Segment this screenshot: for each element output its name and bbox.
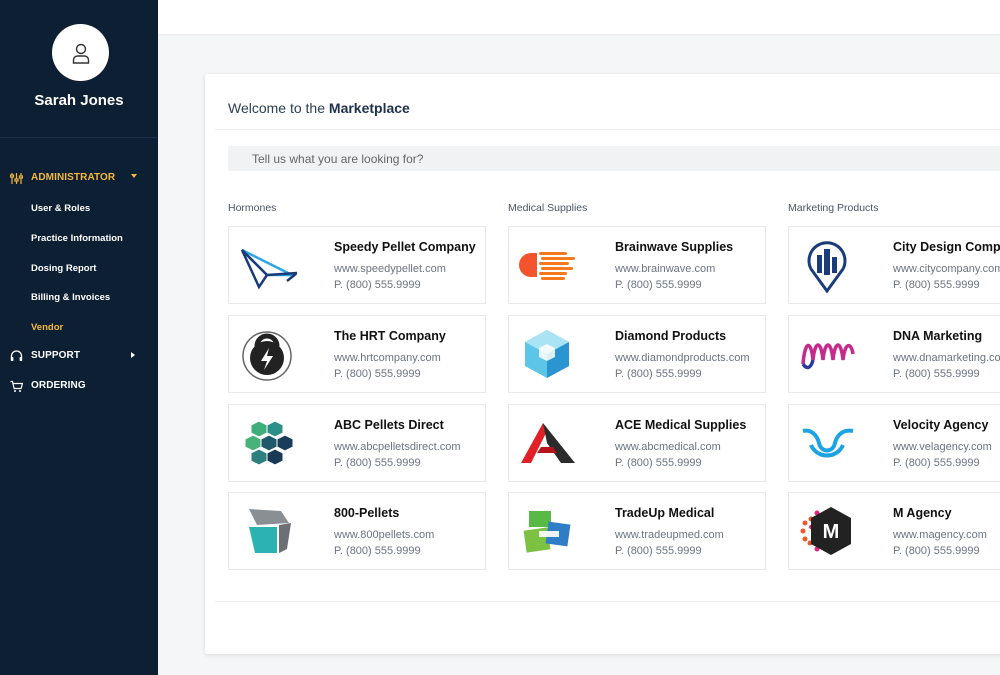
vendor-url[interactable]: www.hrtcompany.com: [334, 352, 441, 364]
vendor-name: DNA Marketing: [893, 329, 983, 343]
kettlebell-bolt-logo: [242, 331, 292, 381]
column-title-medical-supplies: Medical Supplies: [508, 202, 588, 214]
vendor-name: Diamond Products: [615, 329, 727, 343]
vendor-card[interactable]: ACE Medical Supplies www.abcmedical.com …: [508, 404, 766, 482]
vendor-phone: P. (800) 555.9999: [893, 368, 980, 380]
sidebar-section-support[interactable]: SUPPORT: [0, 346, 158, 366]
vendor-name: Brainwave Supplies: [615, 240, 734, 254]
vendor-card[interactable]: DNA Marketing www.dnamarketing.com P. (8…: [788, 315, 1000, 393]
vendor-phone: P. (800) 555.9999: [334, 279, 421, 291]
avatar[interactable]: [52, 24, 109, 81]
vendor-phone: P. (800) 555.9999: [893, 279, 980, 291]
vendor-phone: P. (800) 555.9999: [615, 368, 702, 380]
folded-shape-logo: [249, 509, 291, 553]
chevron-right-icon: [131, 352, 135, 358]
sidebar-item-practice-information[interactable]: Practice Information: [31, 233, 123, 244]
vendor-name: M Agency: [893, 506, 952, 520]
letter-a-logo: [521, 423, 575, 463]
vendor-name: ABC Pellets Direct: [334, 418, 444, 432]
vendor-url[interactable]: www.800pellets.com: [334, 529, 434, 541]
city-pin-logo: [807, 241, 847, 294]
user-icon: [72, 43, 89, 64]
vendor-phone: P. (800) 555.9999: [615, 545, 702, 557]
vendor-name: 800-Pellets: [334, 506, 400, 520]
sidebar-section-label: ORDERING: [31, 380, 86, 391]
hexagon-head-logo: [244, 420, 294, 466]
sidebar-item-vendor[interactable]: Vendor: [31, 322, 63, 333]
vendor-name: TradeUp Medical: [615, 506, 715, 520]
svg-text:M: M: [823, 521, 840, 543]
user-name: Sarah Jones: [34, 92, 124, 109]
page-title: Welcome to the Marketplace: [228, 100, 410, 116]
vendor-card[interactable]: Brainwave Supplies www.brainwave.com P. …: [508, 226, 766, 304]
vendor-card[interactable]: The HRT Company www.hrtcompany.com P. (8…: [228, 315, 486, 393]
vendor-card[interactable]: Velocity Agency www.velagency.com P. (80…: [788, 404, 1000, 482]
cart-icon: [10, 380, 23, 392]
vendor-card[interactable]: Speedy Pellet Company www.speedypellet.c…: [228, 226, 486, 304]
vendor-url[interactable]: www.abcpelletsdirect.com: [334, 441, 461, 453]
vendor-url[interactable]: www.velagency.com: [893, 441, 992, 453]
vendor-card[interactable]: ABC Pellets Direct www.abcpelletsdirect.…: [228, 404, 486, 482]
sidebar-item-user-roles[interactable]: User & Roles: [31, 203, 90, 214]
vendor-phone: P. (800) 555.9999: [334, 457, 421, 469]
welcome-strong: Marketplace: [328, 100, 410, 116]
vendor-name: ACE Medical Supplies: [615, 418, 747, 432]
vendor-url[interactable]: www.brainwave.com: [615, 263, 715, 275]
vendor-name: The HRT Company: [334, 329, 446, 343]
welcome-prefix: Welcome to the: [228, 100, 326, 116]
vendor-url[interactable]: www.speedypellet.com: [334, 263, 446, 275]
vendor-name: Velocity Agency: [893, 418, 989, 432]
top-bar: [158, 0, 1000, 34]
chevron-down-icon: [131, 174, 137, 178]
vendor-phone: P. (800) 555.9999: [615, 457, 702, 469]
card-divider: [215, 129, 1000, 130]
vendor-name: City Design Company: [893, 240, 1000, 254]
vendor-card[interactable]: TradeUp Medical www.tradeupmed.com P. (8…: [508, 492, 766, 570]
headset-icon: [10, 350, 23, 361]
vendor-url[interactable]: www.abcmedical.com: [615, 441, 721, 453]
hexagon-cube-logo: [525, 330, 569, 378]
search-input[interactable]: [228, 146, 1000, 171]
paper-plane-logo: [240, 248, 297, 290]
sliders-icon: [10, 173, 23, 184]
vendor-url[interactable]: www.dnamarketing.com: [893, 352, 1000, 364]
sidebar: Sarah Jones ADMINISTRATOR User & Roles P…: [0, 0, 158, 675]
m-hexagon-logo: M: [800, 507, 851, 555]
sidebar-divider: [0, 137, 158, 138]
wings-logo: [802, 428, 854, 458]
vendor-url[interactable]: www.tradeupmed.com: [615, 529, 724, 541]
vendor-phone: P. (800) 555.9999: [334, 545, 421, 557]
brainwave-logo: [519, 252, 575, 280]
sidebar-section-ordering[interactable]: ORDERING: [0, 376, 158, 396]
card-bottom-divider: [215, 601, 1000, 602]
wave-loops-logo: [801, 343, 855, 370]
vendor-name: Speedy Pellet Company: [334, 240, 476, 254]
vendor-url[interactable]: www.magency.com: [893, 529, 987, 541]
vendor-phone: P. (800) 555.9999: [893, 545, 980, 557]
vendor-phone: P. (800) 555.9999: [334, 368, 421, 380]
sidebar-item-billing-invoices[interactable]: Billing & Invoices: [31, 292, 110, 303]
sidebar-section-label: SUPPORT: [31, 350, 81, 361]
vendor-card[interactable]: 800-Pellets www.800pellets.com P. (800) …: [228, 492, 486, 570]
sidebar-section-label: ADMINISTRATOR: [31, 172, 116, 183]
column-title-marketing-products: Marketing Products: [788, 202, 879, 214]
vendor-card[interactable]: M M Agency www.magency.com P. (800) 555.…: [788, 492, 1000, 570]
vendor-url[interactable]: www.citycompany.com: [893, 263, 1000, 275]
column-title-hormones: Hormones: [228, 202, 277, 214]
vendor-url[interactable]: www.diamondproducts.com: [615, 352, 750, 364]
sidebar-item-dosing-report[interactable]: Dosing Report: [31, 263, 96, 274]
vendor-phone: P. (800) 555.9999: [893, 457, 980, 469]
sidebar-section-administrator[interactable]: ADMINISTRATOR: [0, 168, 158, 188]
handshake-logo: [523, 511, 571, 553]
vendor-card[interactable]: City Design Company www.citycompany.com …: [788, 226, 1000, 304]
vendor-phone: P. (800) 555.9999: [615, 279, 702, 291]
vendor-card[interactable]: Diamond Products www.diamondproducts.com…: [508, 315, 766, 393]
marketplace-card: Welcome to the Marketplace Hormones Medi…: [205, 74, 1000, 654]
